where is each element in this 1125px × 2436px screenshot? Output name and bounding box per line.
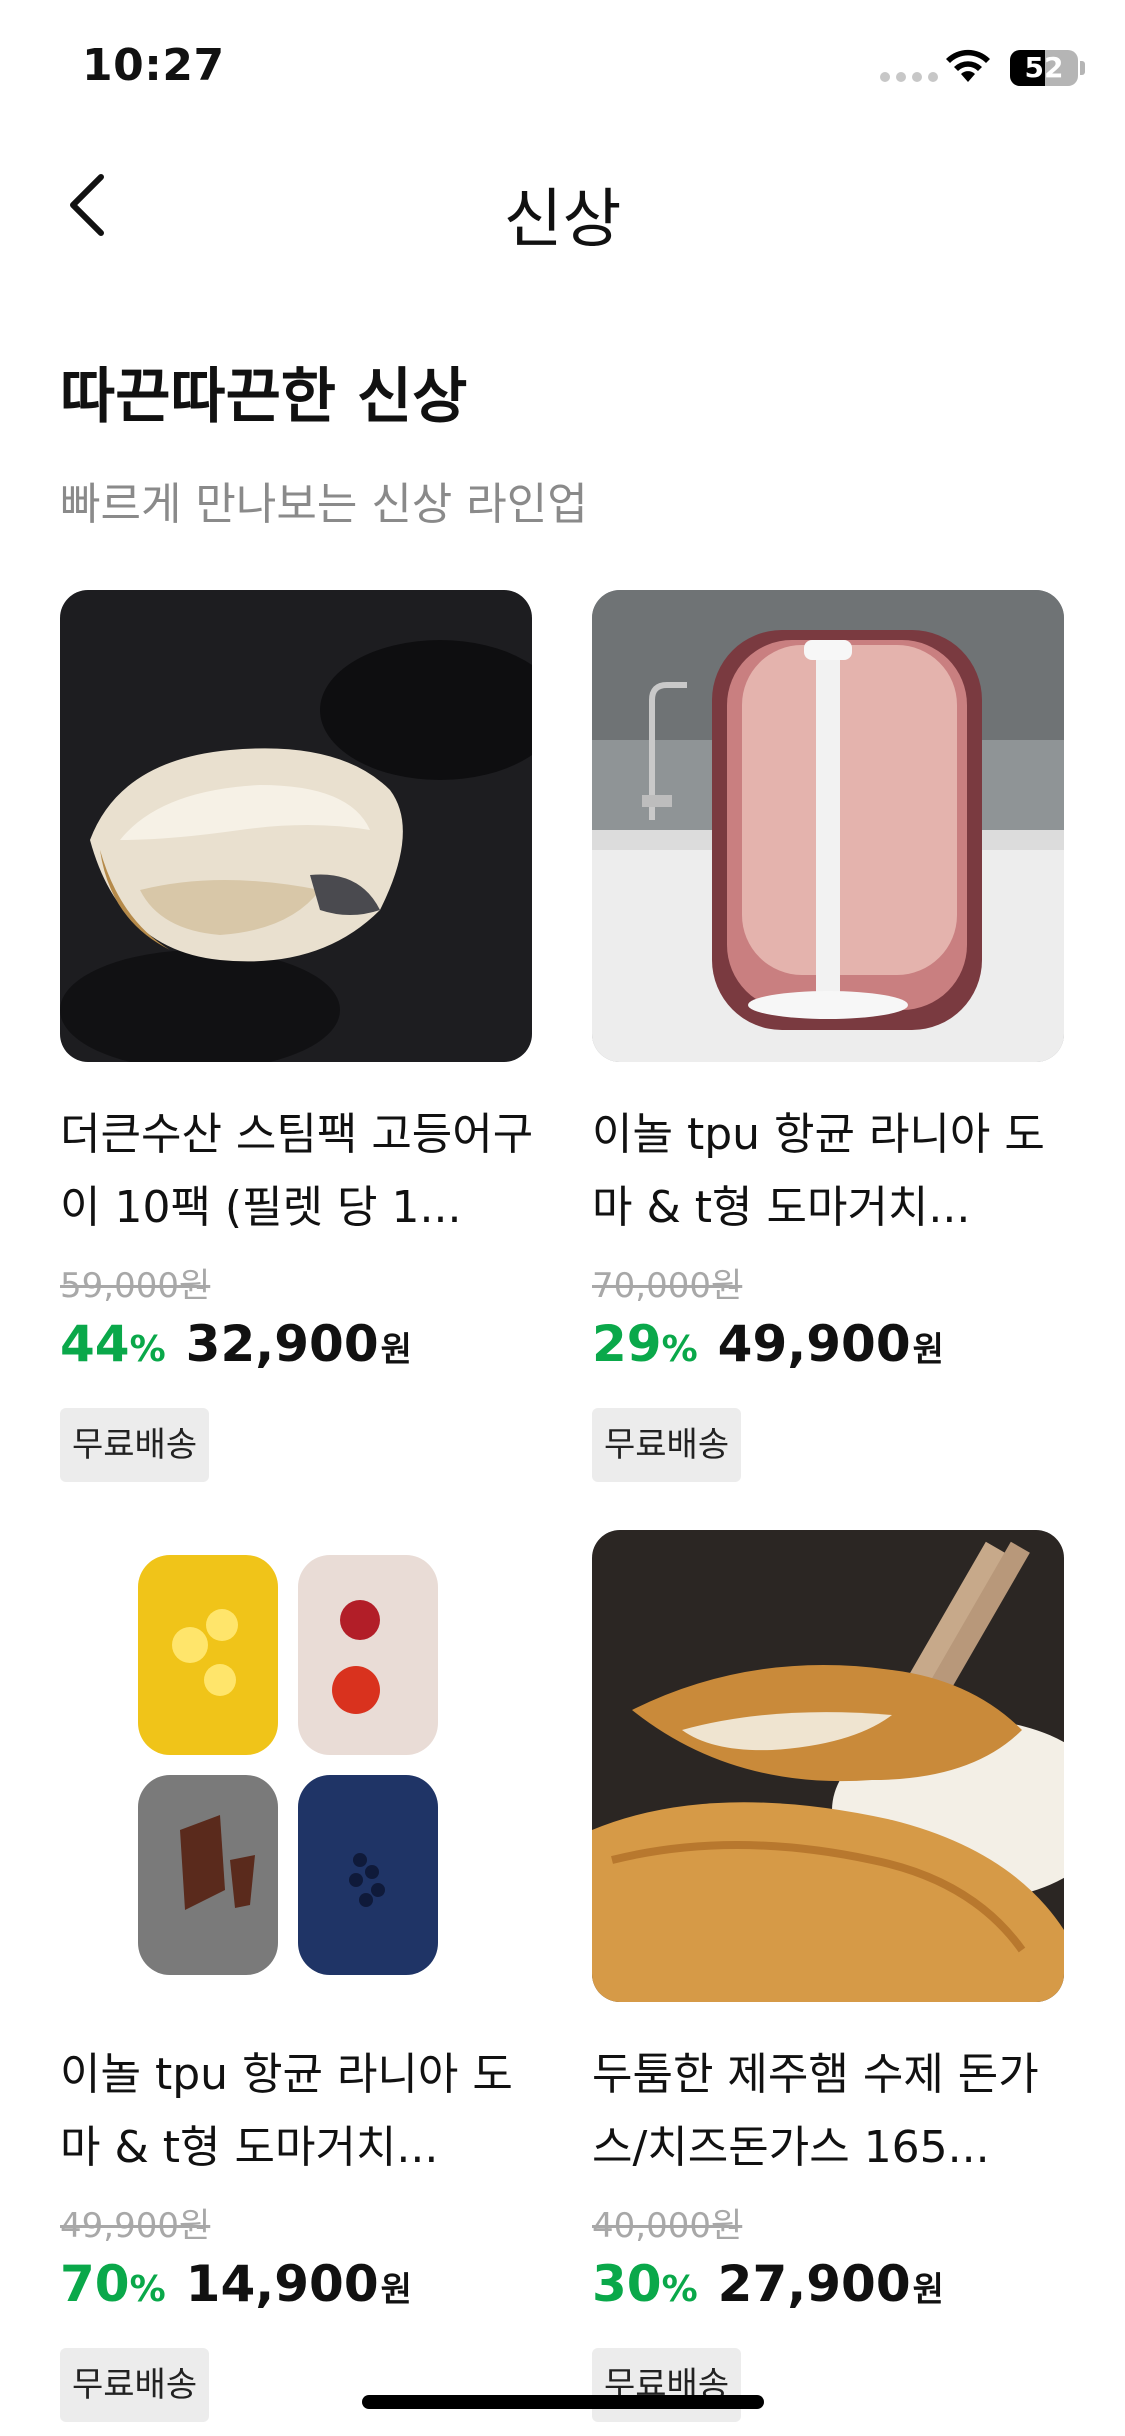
free-shipping-badge: 무료배송 [592,1408,742,1482]
section-subtitle: 빠르게 만나보는 신상 라인업 [60,479,588,530]
sale-price: 49,900 [717,1315,911,1373]
battery-level: 52 [1024,51,1064,84]
product-image-mackerel[interactable] [60,590,532,1062]
product-card[interactable]: 이놀 tpu 항균 라니아 도마 & t형 도마거치... 49,900원 70… [60,1530,532,2422]
free-shipping-badge: 무료배송 [592,2348,742,2422]
product-image-cutting-boards[interactable] [60,1530,532,2002]
free-shipping-badge: 무료배송 [60,2348,210,2422]
price-unit: 원 [912,1330,944,1370]
product-name: 이놀 tpu 항균 라니아 도마 & t형 도마거치... [60,2049,513,2173]
original-price: 49,900원 [60,2206,211,2246]
product-name: 이놀 tpu 항균 라니아 도마 & t형 도마거치... [592,1109,1045,1233]
sale-price: 32,900 [185,1315,379,1373]
discount-percent-sign: % [129,2269,166,2310]
nav-bar: 신상 [0,150,1125,260]
page-title: 신상 [503,183,622,257]
price-row: 70% 14,900 원 [60,2255,412,2313]
chevron-left-icon [70,174,104,236]
cellular-signal-icon [880,72,938,82]
product-card[interactable]: 더큰수산 스팀팩 고등어구이 10팩 (필렛 당 1... 59,000원 44… [60,590,533,1490]
sale-price: 27,900 [717,2255,911,2313]
discount-percent-sign: % [661,2269,698,2310]
price-row: 30% 27,900 원 [592,2255,944,2313]
product-name: 두툼한 제주햄 수제 돈가스/치즈돈가스 165... [592,2049,1039,2173]
discount-rate: 70 [60,2255,130,2313]
original-price: 59,000원 [60,1266,211,1306]
section-title: 따끈따끈한 신상 [60,362,468,432]
price-unit: 원 [912,2270,944,2310]
discount-rate: 29 [592,1315,662,1373]
free-shipping-badge: 무료배송 [60,1408,210,1482]
home-indicator[interactable] [362,2395,764,2409]
status-bar: 10:27 52 [0,0,1125,135]
product-card[interactable]: 이놀 tpu 항균 라니아 도마 & t형 도마거치... 70,000원 29… [592,590,1064,1490]
wifi-icon [944,48,992,88]
price-row: 29% 49,900 원 [592,1315,944,1373]
discount-percent-sign: % [129,1329,166,1370]
original-price: 40,000원 [592,2206,743,2246]
price-row: 44% 32,900 원 [60,1315,412,1373]
discount-percent-sign: % [661,1329,698,1370]
product-image-cutting-board-stand[interactable] [592,590,1064,1062]
price-unit: 원 [380,2270,412,2310]
product-card[interactable]: 두툼한 제주햄 수제 돈가스/치즈돈가스 165... 40,000원 30% … [592,1530,1064,2422]
discount-rate: 30 [592,2255,662,2313]
original-price: 70,000원 [592,1266,743,1306]
battery-tip [1080,61,1085,75]
product-image-pork-cutlet[interactable] [592,1530,1064,2002]
discount-rate: 44 [60,1315,130,1373]
status-time: 10:27 [82,40,225,91]
back-button[interactable] [52,170,122,240]
battery-icon: 52 [1010,50,1078,86]
price-unit: 원 [380,1330,412,1370]
sale-price: 14,900 [185,2255,379,2313]
product-name: 더큰수산 스팀팩 고등어구이 10팩 (필렛 당 1... [60,1109,534,1233]
